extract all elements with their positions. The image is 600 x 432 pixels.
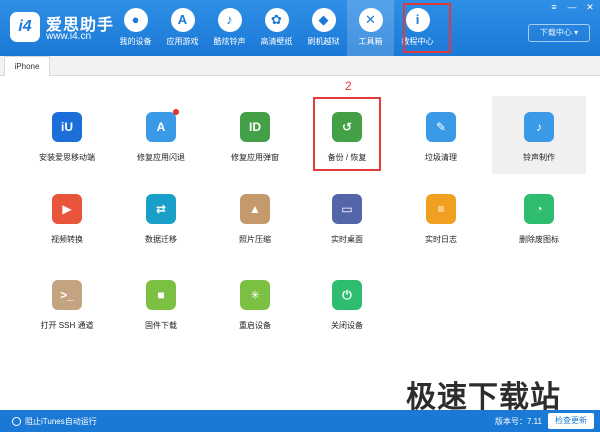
nav-flash-jailbreak[interactable]: ◆ 刷机越狱	[300, 0, 347, 56]
tool-label: 垃圾清理	[425, 153, 457, 162]
window-controls: ≡ — ✕	[548, 2, 596, 13]
minimize-icon[interactable]: —	[566, 2, 578, 13]
tool-label: 视频转换	[51, 235, 83, 244]
main-nav: ● 我的设备 A 应用游戏 ♪ 酷炫铃声 ✿ 高清壁纸 ◆ 刷机越狱 ✕ 工具箱 i 教程中心	[112, 0, 441, 56]
tool-label: 安装爱思移动端	[39, 153, 95, 162]
app-store-icon: A	[170, 8, 195, 32]
bell-icon: ♪	[217, 8, 242, 32]
tool-i4-app[interactable]: iU 安装爱思移动端	[20, 96, 114, 174]
nav-label: 刷机越狱	[307, 37, 340, 46]
restart-icon: ✳	[240, 280, 270, 310]
nav-label: 应用游戏	[166, 37, 199, 46]
tool-video[interactable]: ▶ 视频转换	[20, 178, 114, 256]
tool-broom[interactable]: ✎ 垃圾清理	[394, 96, 488, 174]
top-bar: i4 爱思助手 www.i4.cn ● 我的设备 A 应用游戏 ♪ 酷炫铃声 ✿ 高清壁…	[0, 0, 600, 56]
tool-label: 照片压缩	[239, 235, 271, 244]
bell-plus-icon: ♪	[524, 112, 554, 142]
flower-icon: ✿	[264, 8, 289, 32]
itunes-label: 阻止iTunes自动运行	[25, 417, 97, 426]
tool-pie[interactable]: ◔ 删除废图标	[492, 178, 586, 256]
monitor-icon: ▭	[332, 194, 362, 224]
apple-icon: ●	[123, 8, 148, 32]
tool-label: 修复应用闪退	[137, 153, 185, 162]
broom-icon: ✎	[426, 112, 456, 142]
nav-label: 工具箱	[358, 37, 383, 46]
device-tab-strip: iPhone	[0, 56, 600, 76]
notification-dot	[173, 109, 179, 115]
tab-iphone[interactable]: iPhone	[4, 56, 50, 76]
tool-label: 打开 SSH 通道	[40, 321, 94, 330]
tools-icon: ✕	[358, 8, 383, 32]
terminal-icon: >_	[52, 280, 82, 310]
tool-terminal[interactable]: >_ 打开 SSH 通道	[20, 264, 114, 342]
annotation-box-1	[403, 3, 451, 53]
power-icon: ⏻	[332, 280, 362, 310]
tool-app-repair[interactable]: A 修复应用闪退	[114, 96, 208, 174]
tool-label: 实时桌面	[331, 235, 363, 244]
annotation-box-2	[313, 97, 381, 171]
tool-label: 修复应用弹窗	[231, 153, 279, 162]
nav-toolbox[interactable]: ✕ 工具箱	[347, 0, 394, 56]
tool-monitor[interactable]: ▭ 实时桌面	[300, 178, 394, 256]
nav-label: 高清壁纸	[260, 37, 293, 46]
status-bar: 阻止iTunes自动运行 版本号：7.11 检查更新	[0, 410, 600, 432]
tool-label: 重启设备	[239, 321, 271, 330]
tool-label: 铃声制作	[523, 153, 555, 162]
cube-icon: ■	[146, 280, 176, 310]
check-update-button[interactable]: 检查更新	[548, 413, 594, 429]
nav-label: 我的设备	[119, 37, 152, 46]
app-repair-icon: A	[146, 109, 179, 142]
tool-label: 固件下载	[145, 321, 177, 330]
migrate-icon: ⇄	[146, 194, 176, 224]
tool-restart[interactable]: ✳ 重启设备	[208, 264, 302, 342]
download-center-button[interactable]: 下载中心 ▾	[528, 24, 590, 42]
tool-photo[interactable]: ▲ 照片压缩	[208, 178, 302, 256]
pie-icon: ◔	[524, 194, 554, 224]
tool-label: 删除废图标	[519, 235, 559, 244]
i4-logo: i4	[10, 12, 40, 42]
log-icon: ≡	[426, 194, 456, 224]
brand-url: www.i4.cn	[46, 31, 92, 42]
tool-migrate[interactable]: ⇄ 数据迁移	[114, 178, 208, 256]
close-icon[interactable]: ✕	[584, 2, 596, 13]
version-label: 版本号：7.11	[495, 417, 542, 426]
photo-icon: ▲	[240, 194, 270, 224]
tool-log[interactable]: ≡ 实时日志	[394, 178, 488, 256]
tool-power[interactable]: ⏻ 关闭设备	[300, 264, 394, 342]
tool-cube[interactable]: ■ 固件下载	[114, 264, 208, 342]
itunes-block-toggle[interactable]: 阻止iTunes自动运行	[12, 416, 97, 427]
tool-label: 实时日志	[425, 235, 457, 244]
apple-id-icon: ID	[240, 112, 270, 142]
nav-apps-games[interactable]: A 应用游戏	[159, 0, 206, 56]
nav-my-device[interactable]: ● 我的设备	[112, 0, 159, 56]
tool-apple-id[interactable]: ID 修复应用弹窗	[208, 96, 302, 174]
tool-bell-plus[interactable]: ♪ 铃声制作	[492, 96, 586, 174]
box-icon: ◆	[311, 8, 336, 32]
nav-label: 酷炫铃声	[213, 37, 246, 46]
tool-label: 数据迁移	[145, 235, 177, 244]
annotation-label-2: 2	[345, 79, 352, 93]
tool-label: 关闭设备	[331, 321, 363, 330]
circle-icon	[12, 417, 21, 426]
nav-ringtones[interactable]: ♪ 酷炫铃声	[206, 0, 253, 56]
i4-app-icon: iU	[52, 112, 82, 142]
nav-wallpapers[interactable]: ✿ 高清壁纸	[253, 0, 300, 56]
menu-icon[interactable]: ≡	[548, 2, 560, 13]
video-icon: ▶	[52, 194, 82, 224]
